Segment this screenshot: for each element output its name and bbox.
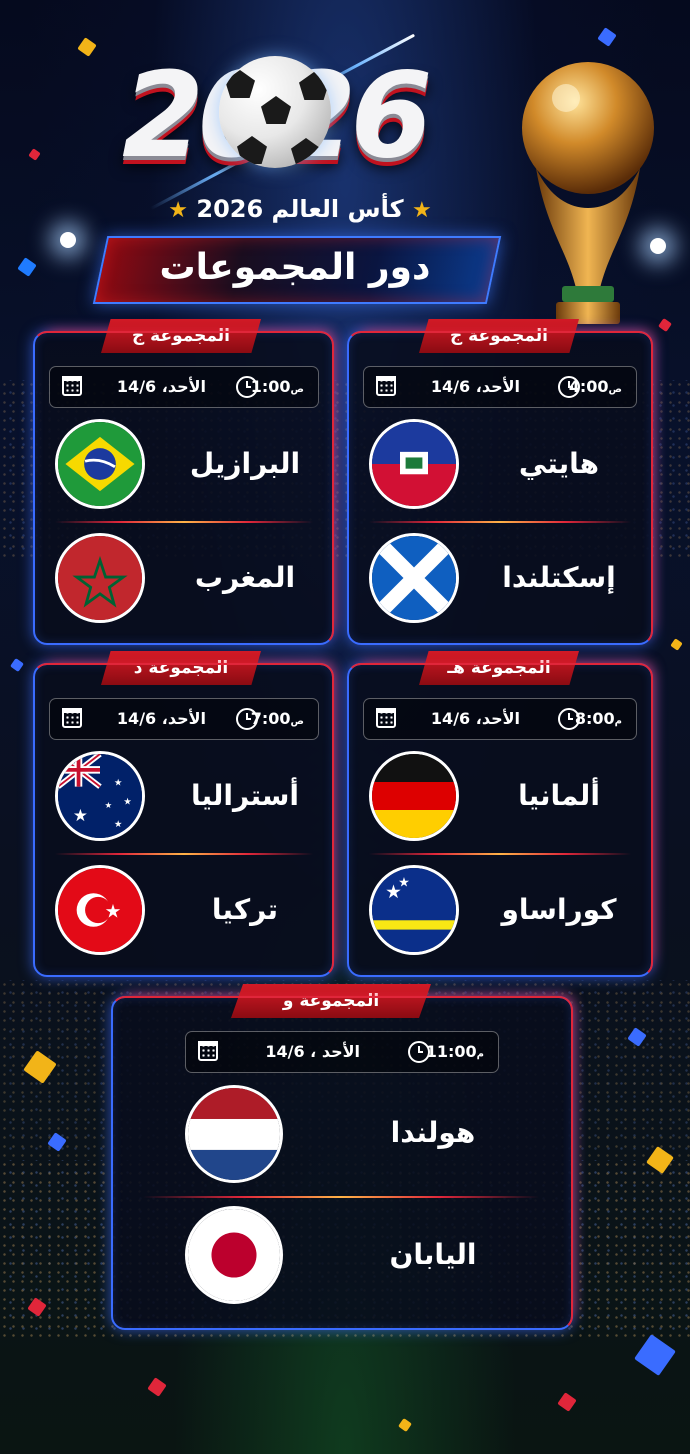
svg-text:★: ★ <box>114 819 122 830</box>
japan-flag-icon <box>185 1206 283 1304</box>
australia-flag-icon: ★ ★ ★ ★ ★ <box>55 751 145 841</box>
germany-flag-icon <box>369 751 459 841</box>
stage-title: دور المجموعات <box>159 247 431 288</box>
team-name: كوراساو <box>501 893 617 926</box>
time-value: 8:00 <box>574 709 615 728</box>
calendar-icon <box>62 376 82 396</box>
team-name: هولندا <box>390 1116 476 1149</box>
confetti <box>398 1418 412 1432</box>
group-tag: المجموعة د <box>101 651 261 685</box>
divider <box>55 853 313 855</box>
stadium-light <box>60 232 76 248</box>
confetti <box>28 148 41 161</box>
match-time: ص1:00 <box>251 367 306 410</box>
time-value: 11:00 <box>425 1042 477 1061</box>
scotland-flag-icon <box>369 533 459 623</box>
team-name: البرازيل <box>189 447 301 480</box>
svg-text:★: ★ <box>123 796 131 807</box>
star-icon: ★ <box>168 198 189 223</box>
match-time: م8:00 <box>575 699 624 742</box>
ampm: ص <box>608 384 622 395</box>
match-info-bar: ص1:00 الأحد، 14/6 <box>49 366 319 408</box>
divider <box>369 853 631 855</box>
world-cup-2026-logo: 2026 <box>122 33 492 211</box>
clock-icon <box>236 708 258 730</box>
confetti <box>597 27 617 47</box>
match-date: الأحد، 14/6 <box>116 377 206 396</box>
calendar-icon <box>376 708 396 728</box>
haiti-flag-icon <box>369 419 459 509</box>
subtitle-text: كأس العالم 2026 <box>196 195 404 223</box>
match-time: م11:00 <box>426 1032 486 1075</box>
clock-icon <box>558 376 580 398</box>
match-card[interactable]: المجموعة ج ص1:00 الأحد، 14/6 البرازيل ال… <box>33 319 334 645</box>
group-tag: المجموعة هـ <box>419 651 579 685</box>
team-name: اليابان <box>389 1238 477 1271</box>
match-card[interactable]: المجموعة ج ص4:00 الأحد، 14/6 هايتي إسكتل… <box>347 319 653 645</box>
match-date: الأحد، 14/6 <box>430 709 520 728</box>
clock-icon <box>408 1041 430 1063</box>
calendar-icon <box>62 708 82 728</box>
team-name: إسكتلندا <box>502 561 616 594</box>
team-name: هايتي <box>518 447 600 480</box>
divider <box>143 1196 539 1198</box>
confetti <box>10 658 24 672</box>
brazil-flag-icon <box>55 419 145 509</box>
match-info-bar: ص7:00 الأحد، 14/6 <box>49 698 319 740</box>
star-icon: ★ <box>411 198 432 223</box>
turkey-flag-icon: ★ <box>55 865 145 955</box>
football-icon <box>219 56 331 168</box>
ampm: م <box>614 716 622 727</box>
world-cup-trophy-icon <box>522 62 654 324</box>
confetti <box>634 1334 676 1376</box>
match-info-bar: ص4:00 الأحد، 14/6 <box>363 366 637 408</box>
clock-icon <box>236 376 258 398</box>
confetti <box>670 638 683 651</box>
team-name: المغرب <box>194 561 296 594</box>
ampm: ص <box>290 716 304 727</box>
divider <box>55 521 313 523</box>
curacao-flag-icon: ★ ★ <box>369 865 459 955</box>
ampm: م <box>476 1049 484 1060</box>
group-tag: المجموعة ج <box>101 319 261 353</box>
confetti <box>557 1392 577 1412</box>
group-tag: المجموعة و <box>231 984 431 1018</box>
calendar-icon <box>376 376 396 396</box>
team-name: تركيا <box>211 893 279 926</box>
svg-text:★: ★ <box>105 800 113 810</box>
morocco-flag-icon <box>55 533 145 623</box>
svg-text:★: ★ <box>114 778 122 789</box>
match-date: الأحد، 14/6 <box>430 377 520 396</box>
team-name: أستراليا <box>190 779 300 812</box>
match-info-bar: م11:00 الأحد ، 14/6 <box>185 1031 499 1073</box>
match-card[interactable]: المجموعة و م11:00 الأحد ، 14/6 هولندا ال… <box>111 984 573 1330</box>
divider <box>369 521 631 523</box>
group-tag: المجموعة ج <box>419 319 579 353</box>
team-name: ألمانيا <box>518 779 600 812</box>
match-date: الأحد، 14/6 <box>116 709 206 728</box>
match-info-bar: م8:00 الأحد، 14/6 <box>363 698 637 740</box>
tournament-subtitle: ★ كأس العالم 2026 ★ <box>150 195 450 223</box>
match-card[interactable]: المجموعة د ص7:00 الأحد، 14/6 أستراليا ★ … <box>33 651 334 977</box>
ampm: ص <box>290 384 304 395</box>
svg-text:★: ★ <box>398 876 410 891</box>
match-card[interactable]: المجموعة هـ م8:00 الأحد، 14/6 ألمانيا كو… <box>347 651 653 977</box>
confetti <box>17 257 37 277</box>
calendar-icon <box>198 1041 218 1061</box>
match-date: الأحد ، 14/6 <box>265 1042 360 1061</box>
confetti <box>147 1377 167 1397</box>
match-time: ص7:00 <box>251 699 306 742</box>
svg-text:★: ★ <box>73 805 88 825</box>
svg-text:★: ★ <box>105 901 122 922</box>
clock-icon <box>558 708 580 730</box>
netherlands-flag-icon <box>185 1085 283 1183</box>
confetti <box>77 37 97 57</box>
